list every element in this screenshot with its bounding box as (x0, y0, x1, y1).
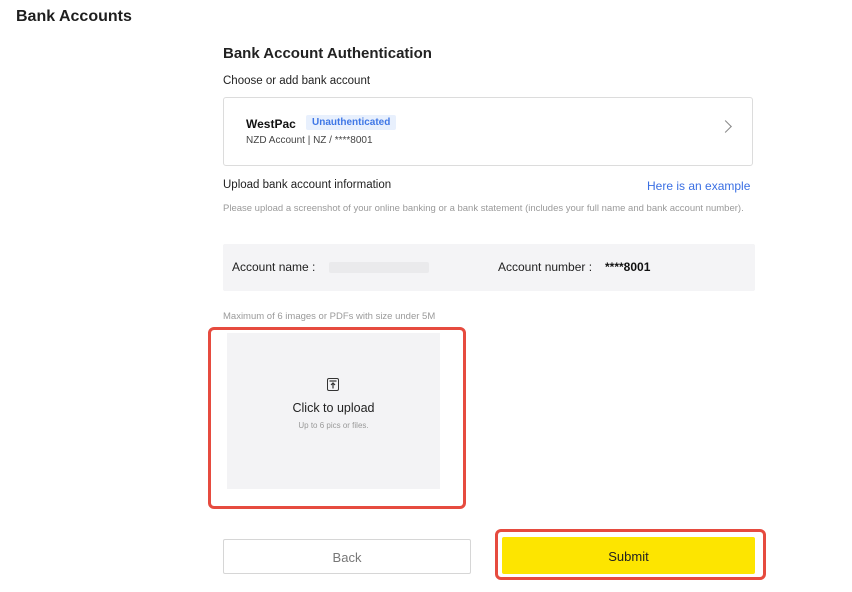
upload-help-text: Please upload a screenshot of your onlin… (223, 203, 744, 214)
bank-name: WestPac (246, 117, 296, 131)
upload-icon (327, 378, 339, 391)
submit-button[interactable]: Submit (502, 537, 755, 574)
account-description: NZD Account | NZ / ****8001 (246, 135, 373, 146)
upload-limit-text: Maximum of 6 images or PDFs with size un… (223, 311, 436, 322)
section-title: Bank Account Authentication (223, 45, 432, 62)
upload-subtitle: Up to 6 pics or files. (298, 421, 369, 430)
account-number-label: Account number : (498, 260, 593, 274)
bank-account-card[interactable]: WestPac Unauthenticated NZD Account | NZ… (223, 97, 753, 166)
chevron-right-icon (719, 120, 732, 133)
account-name-label: Account name : (232, 260, 316, 274)
upload-info-label: Upload bank account information (223, 179, 392, 191)
redacted-account-name (329, 262, 429, 273)
upload-dropzone[interactable]: Click to upload Up to 6 pics or files. (227, 333, 440, 489)
page-title: Bank Accounts (16, 8, 132, 25)
status-badge: Unauthenticated (306, 115, 397, 130)
account-info-panel: Account name : Account number : ****8001 (223, 244, 755, 291)
example-link[interactable]: Here is an example (647, 179, 750, 193)
account-number-value: ****8001 (605, 260, 651, 274)
upload-title: Click to upload (292, 401, 375, 415)
choose-account-label: Choose or add bank account (223, 75, 371, 87)
back-button[interactable]: Back (223, 539, 471, 574)
